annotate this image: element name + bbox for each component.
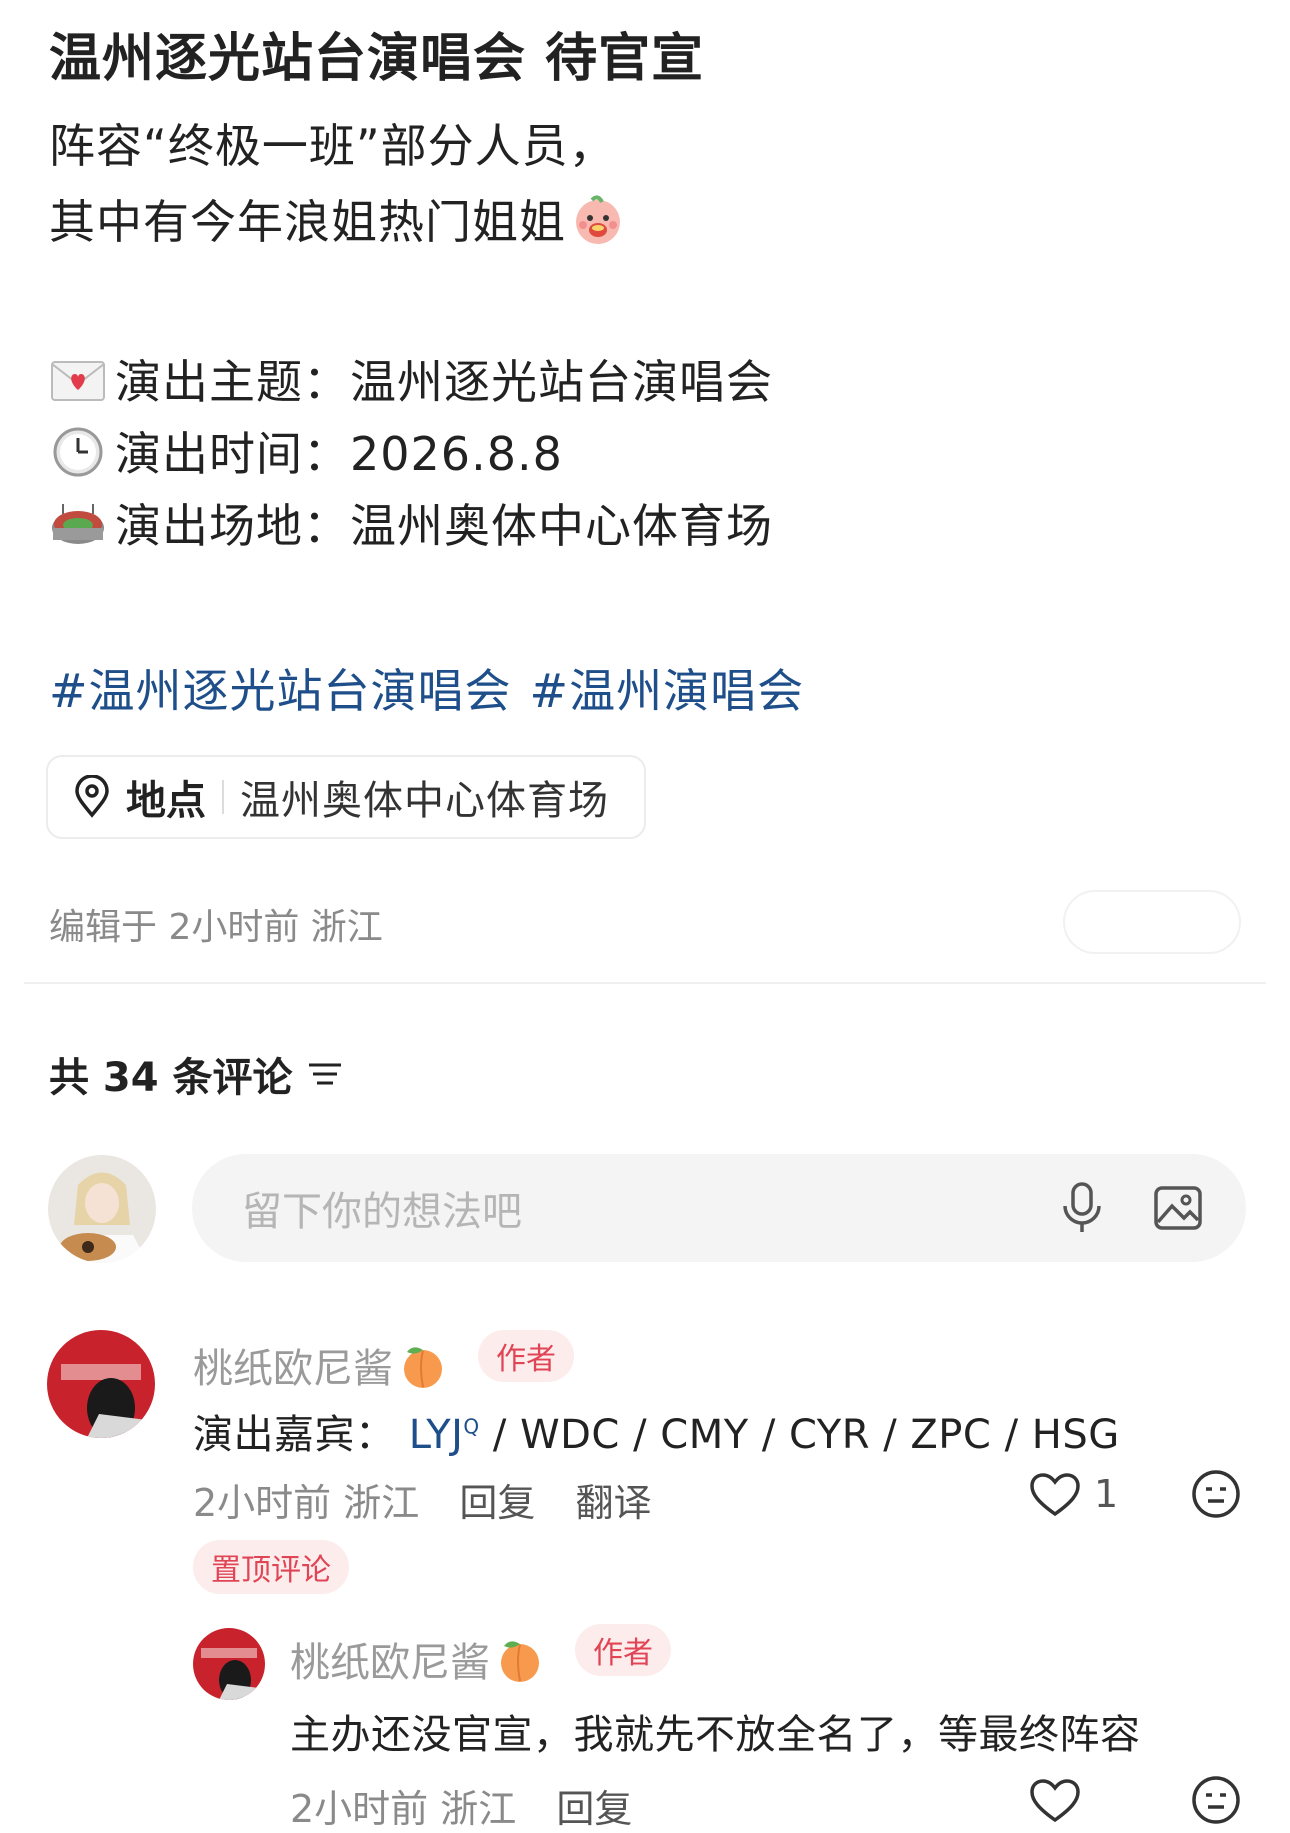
search-icon: Q: [463, 1414, 480, 1439]
comment-input-placeholder: 留下你的想法吧: [242, 1189, 522, 1235]
image-upload-icon[interactable]: [1152, 1182, 1204, 1234]
location-value: 温州奥体中心体育场: [240, 778, 609, 824]
comment-input[interactable]: 留下你的想法吧: [192, 1154, 1246, 1262]
mention-link[interactable]: LYJQ: [409, 1412, 480, 1458]
info-theme-label: 演出主题：: [115, 355, 350, 409]
reply-time-location: 2小时前 浙江: [290, 1787, 517, 1831]
info-time-label: 演出时间：: [115, 427, 350, 481]
avatar-image: [47, 1330, 155, 1438]
info-venue-row: 演出场地：温州奥体中心体育场: [49, 490, 773, 556]
neutral-face-icon[interactable]: [1190, 1468, 1242, 1520]
clock-icon: [53, 427, 103, 477]
comment-user-row[interactable]: 桃纸欧尼酱: [193, 1336, 449, 1394]
location-divider: [222, 780, 224, 814]
like-count: 1: [1094, 1472, 1119, 1516]
info-venue-value: 温州奥体中心体育场: [350, 499, 773, 553]
info-time-row: 演出时间：2026.8.8: [49, 418, 563, 484]
location-pin-icon: [75, 775, 109, 818]
author-badge: 作者: [575, 1624, 671, 1676]
peach-emoji-icon: [501, 1641, 539, 1682]
avatar-image: [48, 1155, 156, 1263]
comment-text-prefix: 演出嘉宾：: [193, 1412, 396, 1458]
reply-button[interactable]: 回复: [556, 1787, 632, 1831]
comment-text-suffix: / WDC / CMY / CYR / ZPC / HSG: [479, 1412, 1120, 1458]
reply-button[interactable]: 回复: [459, 1481, 535, 1525]
like-heart-icon[interactable]: [1028, 1470, 1082, 1520]
comment-count-header[interactable]: 共 34 条评论: [49, 1045, 345, 1103]
post-title: 温州逐光站台演唱会 待官宣: [49, 29, 705, 89]
post-line-2-text: 其中有今年浪姐热门姐姐: [49, 195, 566, 249]
love-letter-icon: [51, 361, 105, 401]
hashtag-2[interactable]: #温州演唱会: [530, 664, 805, 718]
peach-emoji-icon: [404, 1347, 442, 1388]
post-line-1: 阵容“终极一班”部分人员，: [49, 119, 616, 173]
eating-peach-emoji-icon: [576, 195, 620, 244]
reply-username: 桃纸欧尼酱: [290, 1640, 490, 1686]
reply-author-avatar[interactable]: [193, 1628, 265, 1700]
comment-text: 演出嘉宾： LYJQ / WDC / CMY / CYR / ZPC / HSG: [193, 1402, 1120, 1460]
pinned-comment-badge: 置顶评论: [193, 1540, 349, 1594]
comment-meta: 2小时前 浙江 回复 翻译: [193, 1472, 651, 1527]
edited-meta: 编辑于 2小时前 浙江: [49, 907, 383, 948]
translate-button[interactable]: 翻译: [575, 1481, 651, 1525]
sort-icon: [308, 1063, 341, 1085]
post-line-2: 其中有今年浪姐热门姐姐: [49, 186, 626, 252]
neutral-face-icon[interactable]: [1190, 1774, 1242, 1826]
info-venue-label: 演出场地：: [115, 499, 350, 553]
comment-count-text: 共 34 条评论: [49, 1055, 293, 1101]
like-heart-icon[interactable]: [1028, 1776, 1082, 1826]
mention-text: LYJ: [408, 1412, 464, 1458]
location-chip[interactable]: 地点 温州奥体中心体育场: [46, 755, 646, 839]
info-theme-row: 演出主题：温州逐光站台演唱会: [49, 346, 773, 412]
section-divider: [24, 982, 1266, 984]
ghost-button[interactable]: [1063, 890, 1241, 954]
comment-author-avatar[interactable]: [47, 1330, 155, 1438]
current-user-avatar[interactable]: [48, 1155, 156, 1263]
info-time-value: 2026.8.8: [350, 427, 563, 481]
reply-user-row[interactable]: 桃纸欧尼酱: [290, 1630, 546, 1688]
comment-username: 桃纸欧尼酱: [193, 1346, 393, 1392]
hashtag-row: #温州逐光站台演唱会 #温州演唱会: [49, 655, 822, 721]
microphone-icon[interactable]: [1057, 1180, 1107, 1236]
hashtag-1[interactable]: #温州逐光站台演唱会: [49, 664, 512, 718]
info-theme-value: 温州逐光站台演唱会: [350, 355, 773, 409]
author-badge: 作者: [478, 1330, 574, 1382]
avatar-image: [193, 1628, 265, 1700]
stadium-icon: [52, 504, 104, 544]
location-label: 地点: [126, 778, 206, 824]
reply-text: 主办还没官宣，我就先不放全名了，等最终阵容: [290, 1712, 1141, 1758]
comment-time-location: 2小时前 浙江: [193, 1481, 420, 1525]
reply-meta: 2小时前 浙江 回复: [290, 1778, 632, 1833]
